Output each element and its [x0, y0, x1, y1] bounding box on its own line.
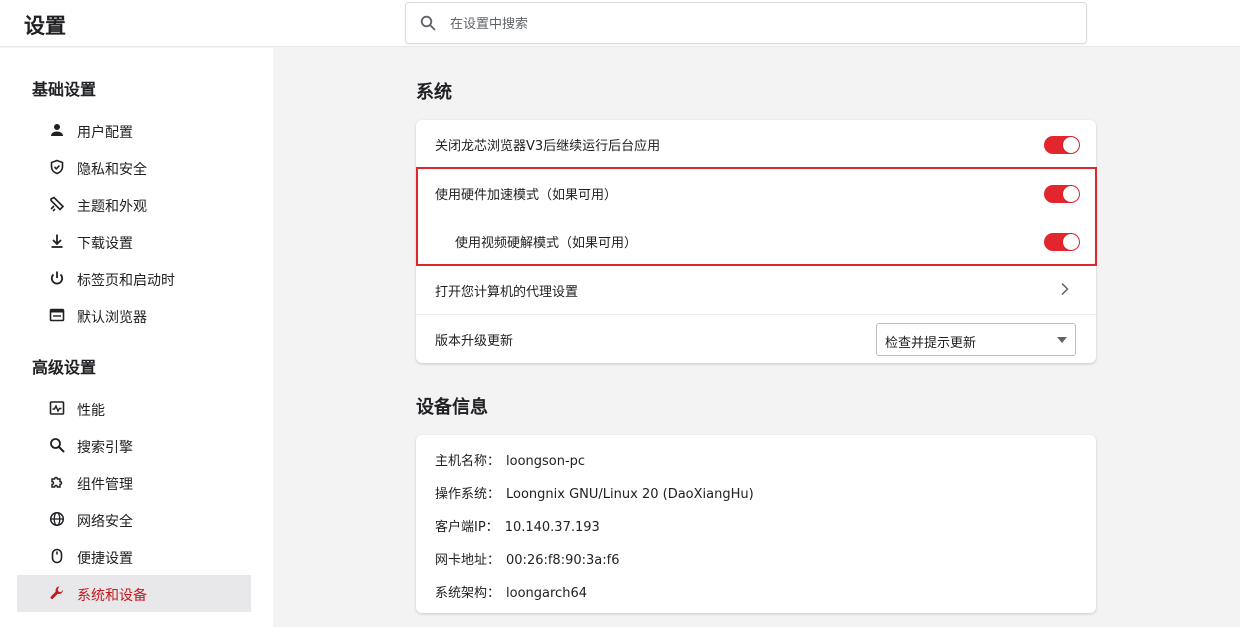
puzzle-icon	[51, 476, 63, 488]
sidebar-item-label: 搜索引擎	[77, 440, 133, 456]
row-label: 使用视频硬解模式（如果可用）	[455, 236, 638, 251]
toggle-knob	[1063, 234, 1079, 250]
palette-icon	[50, 196, 65, 212]
settings-row-proxy[interactable]: 打开您计算机的代理设置	[416, 266, 1096, 314]
device-heading: 设备信息	[416, 397, 488, 418]
row-label: 关闭龙芯浏览器V3后继续运行后台应用	[435, 139, 661, 154]
top-bar: 设置	[0, 0, 1240, 47]
system-card: 关闭龙芯浏览器V3后继续运行后台应用 使用硬件加速模式（如果可用） 使用视频硬解…	[416, 120, 1096, 363]
system-heading: 系统	[416, 82, 452, 103]
info-row-arch: 系统架构： loongarch64	[435, 582, 587, 601]
wrench-icon	[50, 586, 63, 599]
shield-icon	[50, 159, 64, 175]
sidebar-item-label: 用户配置	[77, 125, 133, 141]
update-mode-select[interactable]: 检查并提示更新	[876, 323, 1076, 356]
sidebar-item-network-security[interactable]: 网络安全	[17, 501, 251, 538]
info-value: 10.140.37.193	[504, 520, 600, 535]
sidebar-item-label: 系统和设备	[77, 588, 147, 604]
info-value: loongarch64	[506, 586, 587, 601]
sidebar: 基础设置 用户配置 隐私和安全 主题和外观 下载设置 标签页和启动时 默认浏览器…	[0, 48, 273, 627]
info-row-os: 操作系统： Loongnix GNU/Linux 20 (DaoXiangHu)	[435, 483, 754, 502]
sidebar-item-label: 组件管理	[77, 477, 133, 493]
search-input[interactable]	[450, 12, 1050, 36]
sidebar-item-label: 标签页和启动时	[77, 273, 175, 289]
select-value: 检查并提示更新	[885, 336, 977, 351]
info-key: 操作系统：	[435, 487, 501, 502]
mouse-icon	[51, 548, 63, 564]
search-icon	[420, 15, 436, 31]
info-key: 网卡地址：	[435, 553, 501, 568]
info-value: Loongnix GNU/Linux 20 (DaoXiangHu)	[506, 487, 754, 502]
sidebar-item-performance[interactable]: 性能	[17, 390, 251, 427]
sidebar-item-components[interactable]: 组件管理	[17, 464, 251, 501]
sidebar-item-theme[interactable]: 主题和外观	[17, 186, 251, 223]
row-label: 使用硬件加速模式（如果可用）	[435, 188, 618, 203]
info-value: loongson-pc	[506, 454, 586, 469]
sidebar-item-label: 下载设置	[77, 236, 133, 252]
sidebar-item-label: 默认浏览器	[77, 310, 147, 326]
sidebar-item-label: 网络安全	[77, 514, 133, 530]
app-title: 设置	[24, 14, 66, 38]
browser-icon	[49, 308, 65, 322]
sidebar-item-downloads[interactable]: 下载设置	[17, 223, 251, 260]
info-key: 客户端IP：	[435, 520, 499, 535]
sidebar-item-label: 性能	[77, 403, 105, 419]
sidebar-item-default-browser[interactable]: 默认浏览器	[17, 297, 251, 334]
toggle-knob	[1063, 137, 1079, 153]
settings-row-background-apps: 关闭龙芯浏览器V3后继续运行后台应用	[416, 120, 1096, 168]
caret-down-icon	[1057, 337, 1067, 343]
info-row-hostname: 主机名称： loongson-pc	[435, 450, 585, 469]
sidebar-item-search-engine[interactable]: 搜索引擎	[17, 427, 251, 464]
info-value: 00:26:f8:90:3a:f6	[506, 553, 620, 568]
globe-icon	[49, 511, 65, 527]
performance-icon	[49, 401, 65, 415]
info-row-ip: 客户端IP： 10.140.37.193	[435, 516, 600, 535]
sidebar-item-user-profile[interactable]: 用户配置	[17, 112, 251, 149]
settings-row-video-decode: 使用视频硬解模式（如果可用）	[416, 217, 1096, 265]
hardware-acceleration-toggle[interactable]	[1044, 185, 1080, 203]
section-title-advanced: 高级设置	[32, 358, 97, 377]
info-row-mac: 网卡地址： 00:26:f8:90:3a:f6	[435, 549, 619, 568]
sidebar-item-system[interactable]: 系统和设备	[17, 575, 251, 612]
power-icon	[50, 271, 64, 285]
info-key: 主机名称：	[435, 454, 501, 469]
sidebar-item-label: 隐私和安全	[77, 162, 147, 178]
sidebar-item-shortcuts[interactable]: 便捷设置	[17, 538, 251, 575]
video-decode-toggle[interactable]	[1044, 233, 1080, 251]
row-label: 版本升级更新	[435, 334, 514, 349]
toggle-knob	[1063, 186, 1079, 202]
background-apps-toggle[interactable]	[1044, 136, 1080, 154]
info-key: 系统架构：	[435, 586, 501, 601]
search-box[interactable]	[405, 2, 1087, 44]
section-title-basic: 基础设置	[32, 80, 97, 99]
sidebar-item-label: 便捷设置	[77, 551, 133, 567]
sidebar-item-startup[interactable]: 标签页和启动时	[17, 260, 251, 297]
download-icon	[51, 234, 63, 248]
settings-row-update: 版本升级更新 检查并提示更新	[416, 314, 1096, 362]
search-icon	[50, 438, 65, 453]
sidebar-item-privacy[interactable]: 隐私和安全	[17, 149, 251, 186]
settings-row-hardware-acceleration: 使用硬件加速模式（如果可用）	[416, 168, 1096, 216]
person-icon	[51, 124, 63, 136]
sidebar-item-label: 主题和外观	[77, 199, 147, 215]
device-info-card: 主机名称： loongson-pc 操作系统： Loongnix GNU/Linux…	[416, 435, 1096, 613]
row-label: 打开您计算机的代理设置	[435, 285, 579, 300]
chevron-right-icon[interactable]	[1060, 282, 1070, 296]
